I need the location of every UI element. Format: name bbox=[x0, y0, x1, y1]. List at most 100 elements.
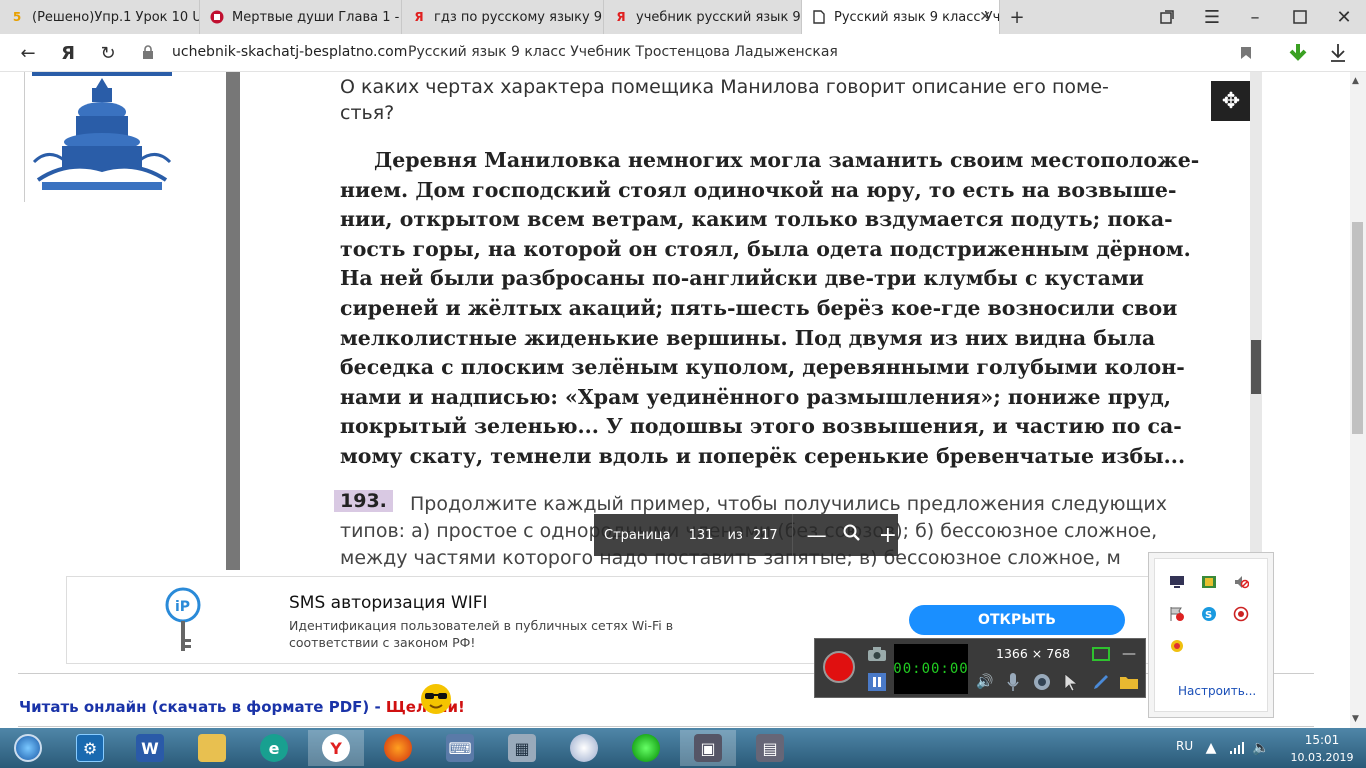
folder-icon[interactable] bbox=[1118, 671, 1140, 693]
lock-icon bbox=[143, 45, 153, 59]
yandex-logo-icon[interactable]: Я bbox=[56, 41, 80, 65]
truck-app-taskbar-icon[interactable]: ▤ bbox=[742, 730, 798, 766]
reload-icon[interactable]: ↻ bbox=[96, 41, 120, 65]
page-scrollbar-thumb[interactable] bbox=[1352, 222, 1363, 434]
question-line: О каких чертах характера помещика Манило… bbox=[340, 76, 1109, 98]
flag-error-tray-icon[interactable] bbox=[1168, 605, 1186, 623]
divider bbox=[18, 726, 1314, 727]
language-indicator[interactable]: RU bbox=[1176, 739, 1193, 753]
word-taskbar-icon[interactable]: W bbox=[122, 730, 178, 766]
firefox-taskbar-icon[interactable] bbox=[370, 730, 426, 766]
wifi-key-icon: iP bbox=[165, 587, 201, 651]
address-bar: ← Я ↻ uchebnik-skachatj-besplatno.com Ру… bbox=[0, 34, 1366, 72]
pause-icon[interactable] bbox=[866, 671, 888, 693]
tab-1[interactable]: 5 (Решено)Упр.1 Урок 10 Un bbox=[0, 0, 200, 34]
passage-line: мелколистные жиденькие вершины. Под двум… bbox=[340, 325, 1156, 350]
zoom-out-icon[interactable]: — bbox=[807, 523, 827, 547]
app-tray-icon[interactable] bbox=[1168, 637, 1186, 655]
read-online-link[interactable]: Читать онлайн (скачать в формате PDF) - … bbox=[19, 698, 465, 716]
yandex-browser-taskbar-icon[interactable]: Y bbox=[308, 730, 364, 766]
tab-label: Русский язык 9 класс Уч bbox=[834, 9, 1000, 25]
ad-open-button[interactable]: ОТКРЫТЬ bbox=[909, 605, 1125, 635]
cursor-icon[interactable] bbox=[1060, 671, 1082, 693]
keyboard-taskbar-icon[interactable]: ⌨ bbox=[432, 730, 488, 766]
minimize-recorder-icon[interactable]: — bbox=[1118, 643, 1140, 665]
sunglasses-smiley-icon bbox=[421, 684, 451, 714]
page-navigation: Страница 131 из 217 — + bbox=[594, 514, 898, 556]
page-current-input[interactable]: 131 bbox=[689, 528, 714, 543]
book-icon bbox=[210, 10, 224, 24]
network-signal-icon[interactable] bbox=[1226, 737, 1248, 759]
zoom-in-icon[interactable]: + bbox=[879, 523, 897, 548]
tab-4[interactable]: Я учебник русский язык 9 кл bbox=[604, 0, 802, 34]
maximize-icon[interactable] bbox=[1288, 5, 1312, 29]
volume-icon[interactable]: 🔈 bbox=[1250, 737, 1272, 759]
recording-timer: 00:00:00 bbox=[893, 644, 968, 694]
site-5-icon: 5 bbox=[12, 10, 22, 24]
ad-title[interactable]: SMS авторизация WIFI bbox=[289, 593, 488, 613]
passage-line: покрытый зеленью... У подошвы этого возв… bbox=[340, 414, 1182, 439]
explorer-taskbar-icon[interactable] bbox=[184, 730, 240, 766]
pdf-page: О каких чертах характера помещика Манило… bbox=[240, 72, 1250, 570]
divider bbox=[791, 514, 793, 556]
viewer-scrollbar-thumb[interactable] bbox=[1251, 340, 1261, 394]
record-button[interactable] bbox=[823, 651, 855, 683]
page-of-label: из bbox=[727, 527, 743, 543]
left-column-border bbox=[24, 72, 25, 202]
downloads-icon[interactable] bbox=[1326, 41, 1350, 65]
bookmarks-icon[interactable] bbox=[1155, 5, 1179, 29]
tab-label: гдз по русскому языку 9 к bbox=[434, 9, 604, 25]
url-domain[interactable]: uchebnik-skachatj-besplatno.com bbox=[172, 44, 407, 60]
passage-line: тость горы, на которой он стоял, была од… bbox=[340, 236, 1191, 261]
microphone-icon[interactable] bbox=[1002, 671, 1024, 693]
control-panel-taskbar-icon[interactable]: ⚙ bbox=[62, 730, 118, 766]
tab-5-active[interactable]: Русский язык 9 класс Уч ✕ bbox=[802, 0, 1000, 34]
close-window-icon[interactable]: ✕ bbox=[1332, 5, 1356, 29]
bookmark-flag-icon[interactable] bbox=[1234, 41, 1258, 65]
edge-taskbar-icon[interactable]: e bbox=[246, 730, 302, 766]
fullscreen-move-icon[interactable]: ✥ bbox=[1211, 81, 1251, 121]
passage-line: На ней были разбросаны по-английски две-… bbox=[340, 266, 1144, 291]
url-page-title[interactable]: Русский язык 9 класс Учебник Тростенцова… bbox=[408, 44, 838, 60]
tab-2[interactable]: Мертвые души Глава 1 - ч bbox=[200, 0, 402, 34]
back-arrow-icon[interactable]: ← bbox=[16, 41, 40, 65]
scroll-down-arrow-icon[interactable]: ▼ bbox=[1352, 714, 1359, 724]
exercise-number: 193. bbox=[334, 490, 393, 512]
passage-line: нами и надписью: «Храм уединённого размы… bbox=[340, 384, 1171, 409]
zoom-search-icon[interactable] bbox=[843, 524, 861, 546]
minimize-icon[interactable]: – bbox=[1243, 5, 1267, 29]
calculator-taskbar-icon[interactable]: ▦ bbox=[494, 730, 550, 766]
clock-date[interactable]: 10.03.2019 bbox=[1284, 751, 1360, 764]
show-hidden-icons-icon[interactable]: ▲ bbox=[1200, 737, 1222, 759]
clock-time[interactable]: 15:01 bbox=[1290, 733, 1354, 747]
truck-game-taskbar-icon[interactable]: ▣ bbox=[680, 730, 736, 766]
paint-taskbar-icon[interactable] bbox=[556, 730, 612, 766]
film-tray-icon[interactable] bbox=[1200, 573, 1218, 591]
yandex-icon: Я bbox=[616, 10, 626, 24]
page-total: 217 bbox=[752, 527, 778, 543]
tab-label: учебник русский язык 9 кл bbox=[636, 9, 801, 25]
region-select-icon[interactable] bbox=[1090, 643, 1112, 665]
muted-speaker-tray-icon[interactable] bbox=[1232, 573, 1250, 591]
speaker-icon[interactable]: 🔊 bbox=[974, 671, 996, 693]
menu-icon[interactable]: ☰ bbox=[1200, 5, 1224, 29]
yandex-icon: Я bbox=[414, 10, 424, 24]
download-addon-icon[interactable] bbox=[1286, 41, 1310, 65]
viewer-scrollbar[interactable] bbox=[1250, 72, 1262, 570]
monitor-tray-icon[interactable] bbox=[1168, 573, 1186, 591]
camera-icon[interactable] bbox=[866, 643, 888, 665]
green-app-taskbar-icon[interactable] bbox=[618, 730, 674, 766]
pen-icon[interactable] bbox=[1090, 671, 1112, 693]
passage-line: сиреней и жёлтых акаций; пять-шесть берё… bbox=[340, 296, 1178, 320]
scroll-up-arrow-icon[interactable]: ▲ bbox=[1352, 76, 1359, 86]
webcam-icon[interactable] bbox=[1031, 671, 1053, 693]
start-button[interactable] bbox=[0, 730, 56, 766]
read-online-text[interactable]: Читать онлайн (скачать в формате PDF) - bbox=[19, 698, 386, 716]
close-tab-icon[interactable]: ✕ bbox=[979, 9, 991, 25]
tray-configure-link[interactable]: Настроить... bbox=[1178, 684, 1256, 698]
ad-description: Идентификация пользователей в публичных … bbox=[289, 618, 674, 650]
skype-tray-icon[interactable]: S bbox=[1200, 605, 1218, 623]
new-tab-icon[interactable]: + bbox=[1005, 5, 1029, 29]
record-tray-icon[interactable] bbox=[1232, 605, 1250, 623]
tab-3[interactable]: Я гдз по русскому языку 9 к bbox=[402, 0, 604, 34]
